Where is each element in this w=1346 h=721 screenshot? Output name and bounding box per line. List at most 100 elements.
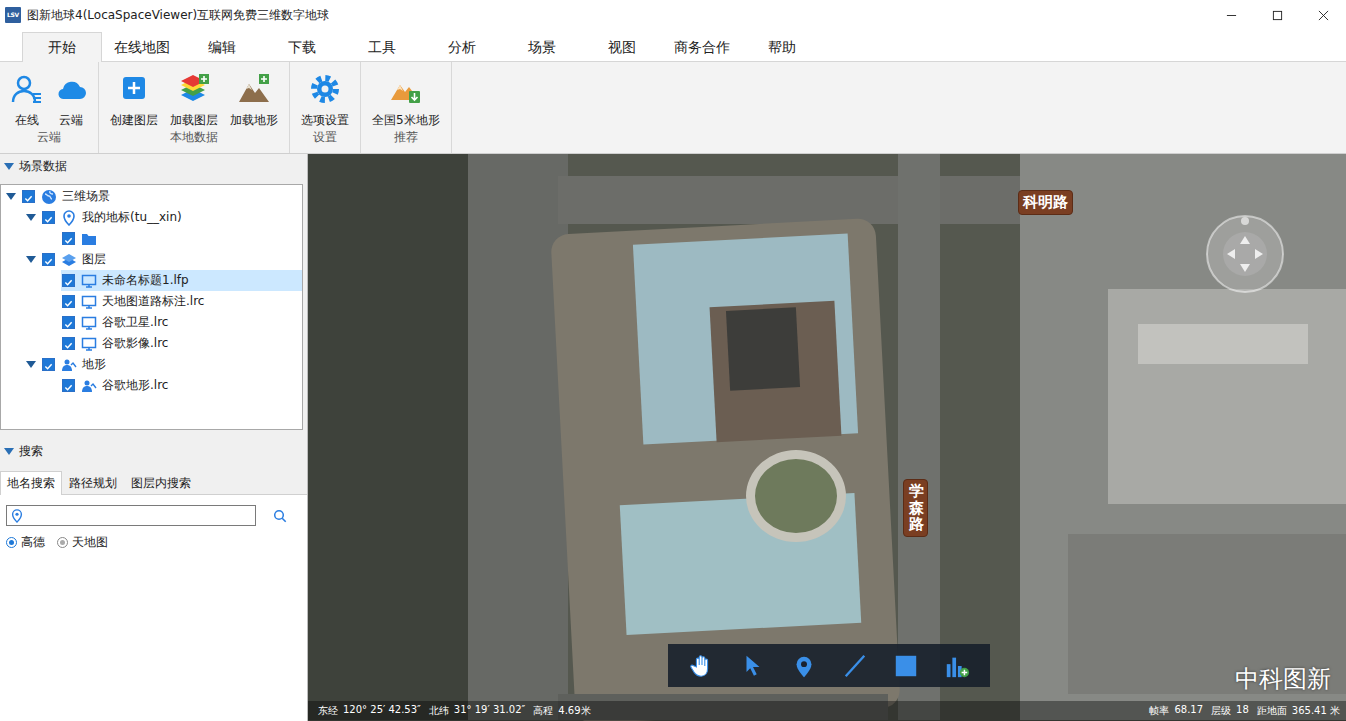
menu-tab[interactable]: 编辑 [182, 32, 262, 62]
cloud-icon [55, 73, 87, 105]
tree-row[interactable]: 未命名标题1.lfp [1, 270, 302, 291]
minimize-icon [1226, 10, 1237, 21]
tree-item: 三维场景 [21, 186, 302, 207]
layer-checkbox[interactable] [22, 190, 35, 203]
layer-checkbox[interactable] [62, 379, 75, 392]
tree-expander [41, 291, 61, 312]
close-button[interactable] [1300, 0, 1346, 30]
search-tab[interactable]: 图层内搜索 [124, 471, 198, 495]
ribbon-group: 在线云端云端 [0, 62, 99, 153]
menu-tab[interactable]: 分析 [422, 32, 502, 62]
status-item: 帧率68.17 [1149, 704, 1203, 718]
tree-item: 地形 [41, 354, 302, 375]
ribbon-group: 创建图层加载图层加载地形本地数据 [99, 62, 290, 153]
layer-checkbox[interactable] [62, 232, 75, 245]
menu-tab[interactable]: 帮助 [742, 32, 822, 62]
menu-tab[interactable]: 下载 [262, 32, 342, 62]
map-tool-button[interactable] [687, 651, 717, 681]
ribbon-group-label: 推荐 [366, 129, 446, 154]
layer-checkbox[interactable] [62, 337, 75, 350]
tree-row[interactable]: 图层 [1, 249, 302, 270]
menu-tab[interactable]: 视图 [582, 32, 662, 62]
expand-arrow-icon [6, 193, 16, 200]
maximize-button[interactable] [1254, 0, 1300, 30]
search-panel-header[interactable]: 搜索 [0, 439, 307, 463]
tree-expander[interactable] [21, 249, 41, 270]
title-bar: LSV图新地球4(LocaSpaceViewer)互联网免费三维数字地球 [0, 0, 1346, 30]
menu-tab[interactable]: 场景 [502, 32, 582, 62]
map-tool-button[interactable] [840, 651, 870, 681]
place-search-input[interactable] [27, 507, 255, 525]
map-tool-button[interactable] [789, 651, 819, 681]
tree-row[interactable]: 天地图道路标注.lrc [1, 291, 302, 312]
layer-icon [81, 273, 97, 289]
ribbon: 在线云端云端创建图层加载图层加载地形本地数据选项设置设置全国5米地形推荐 [0, 62, 1346, 154]
minimize-button[interactable] [1208, 0, 1254, 30]
layer-checkbox[interactable] [42, 211, 55, 224]
tree-row[interactable]: 谷歌卫星.lrc [1, 312, 302, 333]
tree-item: 谷歌卫星.lrc [61, 312, 302, 333]
tree-row[interactable]: 谷歌地形.lrc [1, 375, 302, 396]
terrain-icon [61, 357, 77, 373]
ribbon-button[interactable]: 加载图层 [164, 62, 224, 129]
layer-checkbox[interactable] [42, 253, 55, 266]
collapse-arrow-icon [4, 163, 14, 170]
search-tab[interactable]: 路径规划 [62, 471, 124, 495]
tree-expander [41, 333, 61, 354]
status-item: 距地面365.41 米 [1257, 704, 1340, 718]
menu-tab[interactable]: 开始 [22, 32, 102, 62]
ribbon-group-label: 云端 [5, 129, 93, 154]
tree-item: 谷歌影像.lrc [61, 333, 302, 354]
provider-radio[interactable]: 天地图 [57, 534, 108, 551]
search-button[interactable] [270, 506, 290, 526]
tree-row[interactable]: 地形 [1, 354, 302, 375]
maximize-icon [1272, 10, 1283, 21]
brand-watermark: 中科图新 [1235, 663, 1331, 695]
menu-tab[interactable]: 商务合作 [662, 32, 742, 62]
folder-icon [81, 231, 97, 247]
close-icon [1318, 10, 1329, 21]
tree-row[interactable]: 我的地标(tu__xin) [1, 207, 302, 228]
map-tool-button[interactable] [738, 651, 768, 681]
chart-add-icon [944, 653, 970, 679]
ribbon-button[interactable]: 云端 [49, 62, 93, 129]
ribbon-button[interactable]: 选项设置 [295, 62, 355, 129]
ribbon-button[interactable]: 加载地形 [224, 62, 284, 129]
status-item: 层级18 [1211, 704, 1249, 718]
tree-expander[interactable] [21, 354, 41, 375]
provider-radios: 高德天地图 [6, 534, 307, 551]
radio-dot [6, 537, 17, 548]
road-label: 学森路 [903, 479, 928, 537]
tree-item: 谷歌地形.lrc [61, 375, 302, 396]
search-tab[interactable]: 地名搜索 [0, 471, 62, 495]
layers-icon [61, 252, 77, 268]
tree-expander[interactable] [1, 186, 21, 207]
ribbon-button[interactable]: 创建图层 [104, 62, 164, 129]
menu-tab[interactable]: 在线地图 [102, 32, 182, 62]
gear-icon [309, 73, 341, 105]
layer-icon [81, 336, 97, 352]
rect-icon [893, 653, 919, 679]
map-feature [898, 154, 940, 720]
tree-row[interactable] [1, 228, 302, 249]
layer-checkbox[interactable] [62, 295, 75, 308]
tree-row[interactable]: 三维场景 [1, 186, 302, 207]
tree-expander[interactable] [21, 207, 41, 228]
tree-row[interactable]: 谷歌影像.lrc [1, 333, 302, 354]
menu-tab[interactable]: 工具 [342, 32, 422, 62]
tree-item: 我的地标(tu__xin) [41, 207, 302, 228]
layer-checkbox[interactable] [42, 358, 55, 371]
layer-checkbox[interactable] [62, 274, 75, 287]
map-view[interactable]: 科明路学森路中科图新东经120° 25′ 42.53″北纬31° 19′ 31.… [308, 154, 1346, 721]
create-icon [118, 73, 150, 105]
scene-panel-header[interactable]: 场景数据 [0, 154, 307, 178]
pin-icon [61, 210, 77, 226]
ribbon-button[interactable]: 在线 [5, 62, 49, 129]
provider-radio[interactable]: 高德 [6, 534, 45, 551]
map-tool-button[interactable] [942, 651, 972, 681]
map-tool-button[interactable] [891, 651, 921, 681]
navigation-compass-icon[interactable] [1205, 214, 1285, 294]
layer-checkbox[interactable] [62, 316, 75, 329]
ribbon-button[interactable]: 全国5米地形 [366, 62, 446, 129]
ribbon-group-label: 本地数据 [104, 129, 284, 154]
